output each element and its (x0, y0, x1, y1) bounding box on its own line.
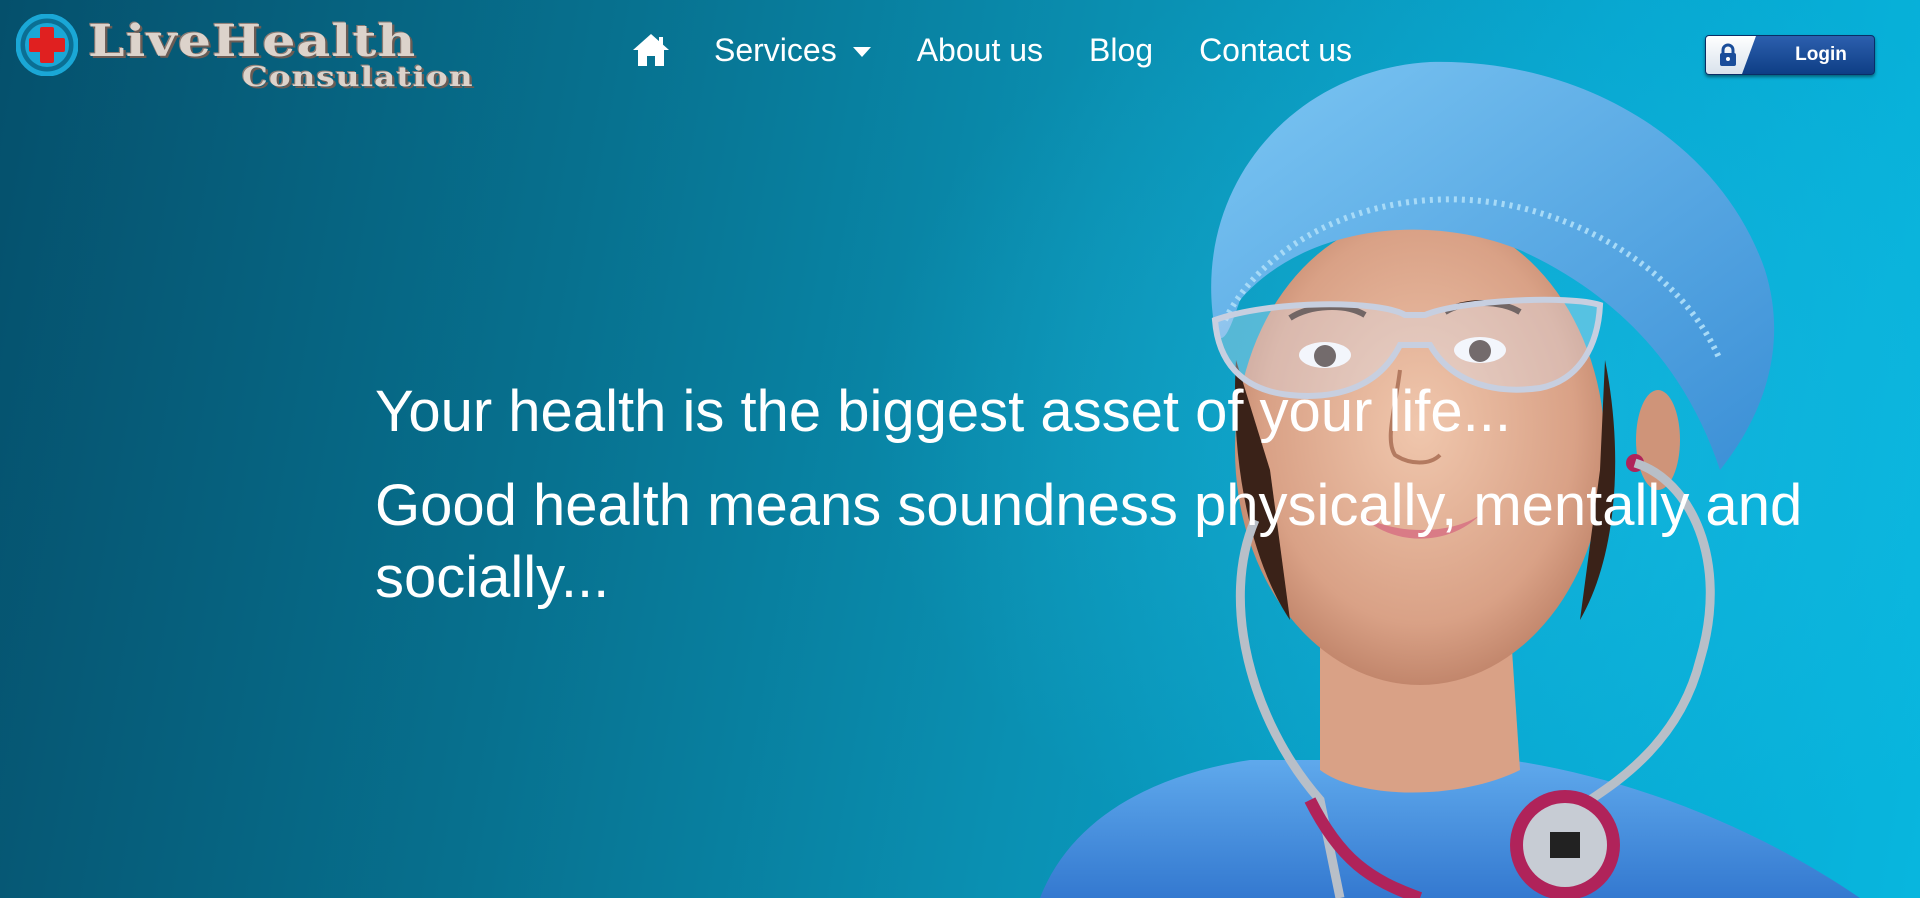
nav-item-about[interactable]: About us (917, 32, 1043, 69)
hero-headline: Your health is the biggest asset of your… (375, 379, 1511, 444)
nav-item-contact[interactable]: Contact us (1199, 32, 1352, 69)
home-icon (633, 34, 669, 66)
login-button[interactable]: Login (1705, 35, 1875, 75)
main-nav: Services About us Blog Contact us (630, 24, 1398, 76)
nav-item-blog-label: Blog (1089, 31, 1154, 68)
hero-subline: Good health means soundness physically, … (375, 473, 1803, 610)
medical-cross-icon (16, 14, 78, 76)
nav-home[interactable] (630, 30, 672, 70)
brand-subtitle: Consulation (242, 62, 474, 93)
login-label: Login (1795, 44, 1847, 65)
brand-logo[interactable]: LiveHealth Consulation (16, 12, 556, 92)
nav-item-contact-label: Contact us (1199, 31, 1353, 68)
hero-doctor-image (1040, 61, 1860, 898)
lock-icon (1720, 43, 1736, 66)
nav-item-about-label: About us (916, 31, 1044, 68)
brand-name: LiveHealth (88, 16, 417, 67)
nav-item-blog[interactable]: Blog (1089, 32, 1153, 69)
chevron-down-icon (852, 46, 871, 57)
nav-item-services-label: Services (714, 31, 837, 68)
nav-item-services[interactable]: Services (714, 32, 871, 69)
